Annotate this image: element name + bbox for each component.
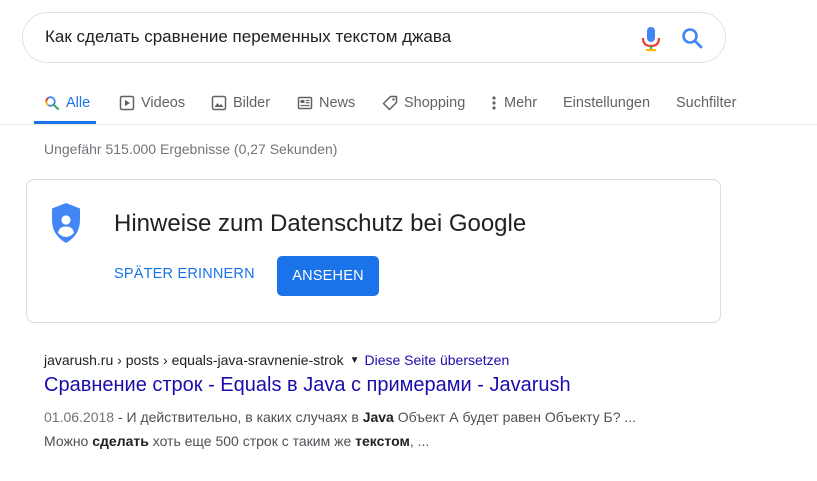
result-title-link[interactable]: Сравнение строк - Equals в Java с пример…: [44, 374, 744, 397]
video-play-icon: [119, 95, 135, 111]
tab-label: Videos: [141, 95, 186, 111]
snippet-highlight: Java: [362, 409, 394, 425]
snippet-highlight: текстом: [355, 433, 410, 449]
tab-label: Mehr: [504, 95, 538, 111]
snippet-text: хоть еще 500 строк с таким же: [148, 433, 356, 449]
remind-later-button[interactable]: SPÄTER ERINNERN: [114, 266, 255, 282]
snippet-line-2: Можно сделать хоть еще 500 строк с таким…: [44, 429, 744, 453]
result-url[interactable]: javarush.ru › posts › equals-java-sravne…: [44, 352, 344, 368]
result-date: 01.06.2018: [44, 409, 115, 425]
news-icon: [297, 96, 313, 110]
privacy-card-title: Hinweise zum Datenschutz bei Google: [114, 210, 527, 237]
tabs-divider: [0, 124, 817, 125]
tab-shopping[interactable]: Shopping: [382, 82, 465, 124]
translate-label[interactable]: Diese Seite übersetzen: [364, 352, 509, 368]
snippet-text: Объект А будет равен Объекту Б? ...: [393, 409, 637, 425]
tab-news[interactable]: News: [297, 82, 355, 124]
snippet-text: - И действительно, в каких случаях в: [114, 409, 363, 425]
snippet-text: Можно: [44, 433, 93, 449]
tab-label: News: [319, 95, 356, 111]
tab-images[interactable]: Bilder: [211, 82, 270, 124]
dropdown-triangle-icon[interactable]: ▼: [350, 355, 360, 366]
tag-icon: [382, 95, 398, 111]
search-input[interactable]: Как сделать сравнение переменных текстом…: [45, 27, 451, 47]
tab-videos[interactable]: Videos: [119, 82, 185, 124]
snippet-highlight: сделать: [92, 433, 149, 449]
tab-label: Alle: [66, 95, 91, 111]
result-snippet: 01.06.2018 - И действительно, в каких сл…: [44, 405, 744, 453]
tab-label: Einstellungen: [563, 95, 651, 111]
tab-label: Suchfilter: [676, 95, 737, 111]
tab-label: Bilder: [233, 95, 271, 111]
tab-more[interactable]: Mehr: [490, 82, 537, 124]
result-stats: Ungefähr 515.000 Ergebnisse (0,27 Sekund…: [44, 141, 338, 157]
search-icon: [45, 96, 59, 110]
tab-label: Shopping: [404, 95, 466, 111]
tab-search-filter[interactable]: Suchfilter: [676, 82, 736, 124]
image-icon: [211, 95, 227, 111]
search-result: javarush.ru › posts › equals-java-sravne…: [44, 352, 744, 453]
tab-settings[interactable]: Einstellungen: [563, 82, 650, 124]
more-vert-icon: [492, 96, 496, 110]
snippet-text: , ...: [409, 433, 430, 449]
search-box[interactable]: Как сделать сравнение переменных текстом…: [22, 12, 726, 63]
tab-all[interactable]: Alle: [33, 82, 97, 124]
shield-user-icon: [52, 203, 80, 243]
translate-link[interactable]: ▼ Diese Seite übersetzen: [350, 352, 510, 368]
privacy-notice-card: Hinweise zum Datenschutz bei Google SPÄT…: [26, 179, 721, 323]
snippet-line-1: 01.06.2018 - И действительно, в каких сл…: [44, 405, 744, 429]
magnifier-icon[interactable]: [680, 26, 704, 50]
microphone-icon[interactable]: [640, 26, 662, 52]
result-cite: javarush.ru › posts › equals-java-sravne…: [44, 352, 744, 368]
view-button[interactable]: ANSEHEN: [277, 256, 379, 296]
search-tabs: Alle Videos Bilder News Shopping Mehr Ei…: [0, 82, 817, 124]
